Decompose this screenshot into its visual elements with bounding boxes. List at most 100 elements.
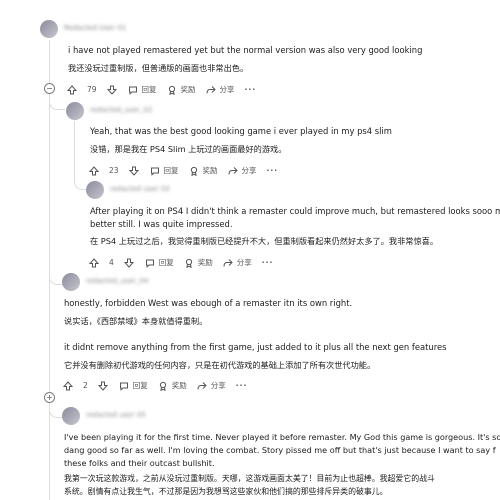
downvote-button[interactable] [129,166,140,177]
comment-actions: 4 回复 奖励 分享 ··· [88,256,273,270]
thread-connector [49,408,63,418]
reply-button[interactable]: 回复 [150,166,179,177]
thread-connector [49,98,65,110]
vote-score: 4 [109,258,114,268]
avatar[interactable] [62,273,80,291]
share-label: 分享 [219,85,235,95]
comment-text-en: better still. I was quite impressed. [90,219,233,229]
arrow-down-icon [107,85,118,96]
comment-text-en: After playing it on PS4 I didn't think a… [90,206,500,216]
more-dots-icon: ··· [235,381,248,391]
award-button[interactable]: 奖励 [167,85,196,96]
comment-text-en: Yeah, that was the best good looking gam… [90,126,392,136]
comment-text-en: it didnt remove anything from the first … [64,342,447,352]
comment-text-en: I've been playing it for the first time.… [64,432,500,442]
comment-text-en: honestly, forbidden West was ebough of a… [64,298,353,308]
comment-text-cn: 在 PS4 上玩过之后，我觉得重制版已经提升不大，但重制版看起来仍然好太多了。我… [90,236,439,246]
award-button[interactable]: 奖励 [184,258,213,269]
award-label: 奖励 [202,166,218,176]
downvote-button[interactable] [124,258,135,269]
reply-label: 回复 [158,258,174,268]
award-button[interactable]: 奖励 [189,166,218,177]
award-ribbon-icon [189,166,200,177]
arrow-up-icon [88,166,99,177]
comment-text-en: i have not played remastered yet but the… [68,45,423,55]
collapse-minus-icon[interactable]: − [44,83,55,94]
comment-text-cn: 它并没有删除初代游戏的任何内容，只是在初代游戏的基础上添加了所有次世代功能。 [64,360,376,370]
share-arrow-icon [228,166,239,177]
award-ribbon-icon [167,85,178,96]
comment-text-cn: 我还没玩过重制版，但普通版的画面也非常出色。 [68,63,249,73]
comment-actions: 2 回复 奖励 分享 ··· [62,379,247,393]
reply-button[interactable]: 回复 [128,85,157,96]
speech-bubble-icon [119,381,130,392]
share-button[interactable]: 分享 [223,258,252,269]
avatar[interactable] [40,20,58,38]
downvote-button[interactable] [98,381,109,392]
arrow-up-icon [88,258,99,269]
speech-bubble-icon [145,258,156,269]
more-dots-icon: ··· [266,166,279,176]
speech-bubble-icon [150,166,161,177]
arrow-down-icon [98,381,109,392]
avatar[interactable] [66,102,84,120]
upvote-button[interactable] [88,166,99,177]
thread-connector [74,178,86,190]
arrow-down-icon [129,166,140,177]
expand-plus-icon[interactable]: + [44,392,55,403]
award-label: 奖励 [180,85,196,95]
reply-label: 回复 [141,85,157,95]
arrow-down-icon [124,258,135,269]
username[interactable]: redacted user 05 [86,411,146,419]
more-options-button[interactable]: ··· [245,85,257,94]
more-options-button[interactable]: ··· [236,381,248,390]
share-arrow-icon [223,258,234,269]
thread-line-root [49,40,50,500]
share-label: 分享 [241,166,257,176]
arrow-up-icon [66,85,77,96]
comment-text-cn: 系统。剧情有点让我生气，不过那是因为我想骂这些家伙和他们搞的那些排斥异类的破事儿… [64,487,388,496]
upvote-button[interactable] [88,258,99,269]
more-dots-icon: ··· [244,85,257,95]
username[interactable]: Redacted User 01 [64,24,126,32]
comment-actions: 79 回复 奖励 分享 ··· [66,83,256,97]
award-ribbon-icon [158,381,169,392]
share-button[interactable]: 分享 [206,85,235,96]
reply-label: 回复 [132,381,148,391]
comment-text-cn: 说实话，《西部禁域》本身就值得重制。 [64,316,208,326]
upvote-button[interactable] [66,85,77,96]
reply-button[interactable]: 回复 [119,381,148,392]
thread-connector [49,275,63,285]
reply-button[interactable]: 回复 [145,258,174,269]
vote-score: 2 [83,381,88,391]
avatar[interactable] [62,407,80,425]
thread-line-level2 [74,121,75,181]
vote-score: 79 [87,85,97,95]
avatar[interactable] [86,181,104,199]
more-options-button[interactable]: ··· [267,166,279,175]
more-dots-icon: ··· [261,258,274,268]
arrow-up-icon [62,381,73,392]
downvote-button[interactable] [107,85,118,96]
comment-text-en: these folks and their outcast bullshit. [64,458,215,468]
share-button[interactable]: 分享 [197,381,226,392]
username[interactable]: redacted_user_02 [90,106,152,114]
share-arrow-icon [206,85,217,96]
username[interactable]: redacted user 03 [110,185,170,193]
award-label: 奖励 [171,381,187,391]
award-label: 奖励 [197,258,213,268]
share-label: 分享 [210,381,226,391]
comment-actions: 23 回复 奖励 分享 ··· [88,164,278,178]
award-ribbon-icon [184,258,195,269]
comment-text-en: dang good so far as well. I'm loving the… [64,445,496,455]
share-button[interactable]: 分享 [228,166,257,177]
speech-bubble-icon [128,85,139,96]
award-button[interactable]: 奖励 [158,381,187,392]
upvote-button[interactable] [62,381,73,392]
share-label: 分享 [236,258,252,268]
username[interactable]: redacted_user_04 [86,277,148,285]
comment-text-cn: 没错，那是我在 PS4 Slim 上玩过的画面最好的游戏。 [90,144,287,154]
more-options-button[interactable]: ··· [262,258,274,267]
reply-label: 回复 [163,166,179,176]
share-arrow-icon [197,381,208,392]
